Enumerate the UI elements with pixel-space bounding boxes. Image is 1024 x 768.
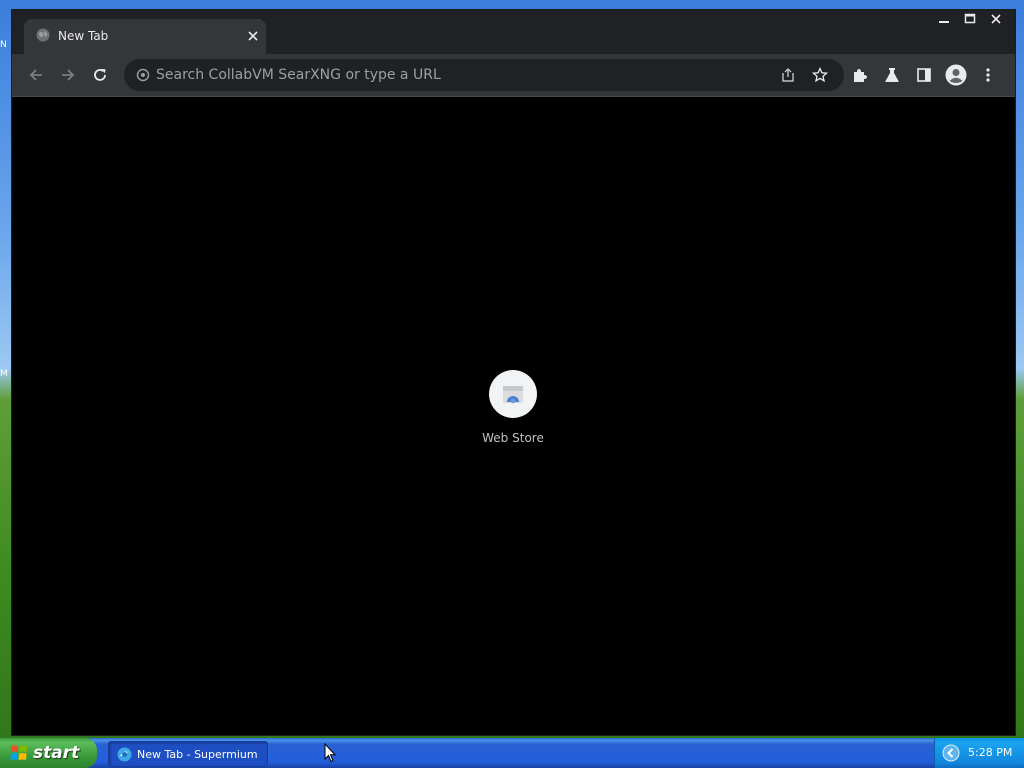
share-icon	[782, 68, 794, 82]
bookmark-button[interactable]	[810, 65, 830, 85]
search-engine-icon	[136, 68, 150, 82]
desktop: N M New Tab Search CollabVM SearXNG or t…	[0, 0, 1024, 768]
mouse-cursor-icon	[324, 743, 337, 763]
avatar-icon	[945, 64, 967, 86]
puzzle-icon	[854, 69, 867, 82]
menu-button[interactable]	[976, 63, 1000, 87]
star-icon	[812, 67, 828, 83]
shortcut-web-store[interactable]: Web Store	[457, 370, 569, 460]
reload-button[interactable]	[88, 63, 112, 87]
toolbar	[12, 54, 1015, 97]
omnibox[interactable]	[124, 59, 844, 91]
globe-icon	[36, 28, 50, 42]
close-icon	[991, 14, 1001, 24]
tab-new-tab[interactable]: New Tab	[24, 19, 266, 54]
browser-app-icon	[117, 747, 132, 761]
more-vertical-icon	[986, 68, 990, 82]
forward-button[interactable]	[56, 63, 80, 87]
profile-button[interactable]	[944, 63, 968, 87]
start-label: start	[33, 743, 80, 763]
title-bar: New Tab	[12, 10, 1015, 54]
taskbar-item-label: New Tab - Supermium	[137, 747, 258, 761]
tab-title: New Tab	[58, 29, 109, 43]
taskbar-item-supermium[interactable]: New Tab - Supermium	[108, 741, 268, 767]
windows-logo-icon	[10, 745, 27, 760]
address-input[interactable]	[156, 59, 756, 91]
minimize-button[interactable]	[931, 10, 957, 28]
maximize-button[interactable]	[957, 10, 983, 28]
side-panel-button[interactable]	[912, 63, 936, 87]
start-button[interactable]: start	[0, 738, 97, 768]
system-tray: 5:28 PM	[934, 738, 1024, 768]
back-button[interactable]	[24, 63, 48, 87]
taskbar: start New Tab - Supermium 5:28 PM	[0, 738, 1024, 768]
shortcut-icon-container	[489, 370, 537, 418]
browser-window: New Tab Search CollabVM SearXNG or type …	[11, 9, 1016, 736]
close-window-button[interactable]	[983, 10, 1009, 28]
window-controls	[931, 10, 1009, 30]
arrow-left-icon	[29, 69, 42, 81]
close-icon[interactable]	[247, 30, 259, 42]
tray-expand-icon[interactable]	[942, 744, 960, 762]
extensions-button[interactable]	[848, 63, 872, 87]
flask-icon	[885, 68, 899, 82]
labs-button[interactable]	[880, 63, 904, 87]
maximize-icon	[964, 13, 976, 24]
share-button[interactable]	[778, 65, 798, 85]
minimize-icon	[939, 21, 949, 23]
shortcut-label: Web Store	[482, 431, 544, 445]
new-tab-page: Web Store	[12, 97, 1015, 735]
side-panel-icon	[917, 68, 931, 82]
web-store-icon	[503, 386, 523, 404]
reload-icon	[94, 69, 106, 81]
arrow-right-icon	[62, 69, 75, 81]
clock: 5:28 PM	[968, 746, 1013, 759]
